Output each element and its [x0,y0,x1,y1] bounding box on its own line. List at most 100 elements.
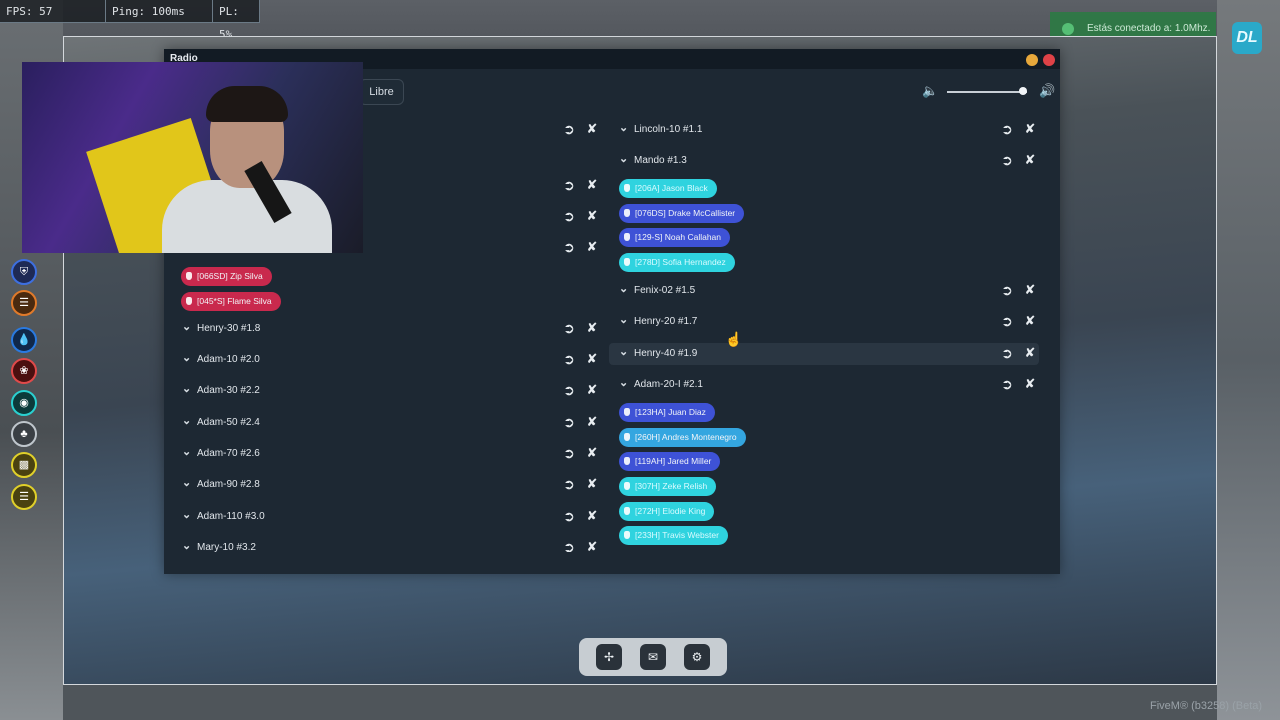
disconnect-icon[interactable]: ✘ [583,506,601,526]
channel-row[interactable]: ⌄ Adam-50 #2.4 ➲ ✘ [172,412,602,434]
join-channel-icon[interactable]: ➲ [998,343,1016,363]
member-badge[interactable]: [045*S] Flame Silva [181,292,281,311]
channel-label: Adam-110 #3.0 [197,511,265,522]
member-badge[interactable]: [119AH] Jared Miller [619,452,721,471]
disconnect-icon[interactable]: ✘ [583,175,601,195]
disconnect-icon[interactable]: ✘ [583,349,601,369]
close-button[interactable] [1043,54,1055,66]
radio-tower-icon[interactable]: ✢ [596,644,622,670]
member-badge[interactable]: [307H] Zeke Relish [619,477,717,496]
member-badge[interactable]: [123HA] Juan Diaz [619,403,715,422]
disconnect-icon[interactable]: ✘ [583,119,601,139]
ping-counter: Ping: 100ms [106,0,213,23]
join-channel-icon[interactable]: ➲ [560,349,578,369]
channel-label: Fenix-02 #1.5 [634,285,696,296]
disconnect-icon[interactable]: ✘ [1021,374,1039,394]
disconnect-icon[interactable]: ✘ [1021,311,1039,331]
chevron-down-icon[interactable]: ⌄ [182,351,191,364]
member-badge[interactable]: [066SD] Zip Silva [181,267,272,286]
disconnect-icon[interactable]: ✘ [1021,280,1039,300]
minimize-button[interactable] [1026,54,1038,66]
member-badge[interactable]: [260H] Andres Montenegro [619,428,746,447]
member-badge[interactable]: [129-S] Noah Callahan [619,228,731,247]
join-channel-icon[interactable]: ➲ [998,374,1016,394]
join-channel-icon[interactable]: ➲ [560,380,578,400]
disconnect-icon[interactable]: ✘ [583,537,601,552]
member-badge[interactable]: [076DS] Drake McCallister [619,204,745,223]
disconnect-icon[interactable]: ✘ [1021,343,1039,363]
channel-row[interactable]: ⌄ Henry-20 #1.7 ➲ ✘ [609,311,1039,333]
volume-slider[interactable] [947,91,1027,93]
channel-row[interactable]: ⌄ Adam-70 #2.6 ➲ ✘ [172,443,602,465]
chevron-down-icon[interactable]: ⌄ [182,320,191,333]
disconnect-icon[interactable]: ✘ [583,318,601,338]
channel-row[interactable]: ⌄ Lincoln-10 #1.1 ➲ ✘ [609,119,1039,141]
join-channel-icon[interactable]: ➲ [560,443,578,463]
volume-control: 🔈 🔊 [922,82,1055,102]
volume-high-icon[interactable]: 🔊 [1039,83,1055,99]
disconnect-icon[interactable]: ✘ [583,412,601,432]
fivem-version-label: FiveM® (b3258) (Beta) [1150,700,1263,712]
channel-row[interactable]: ⌄ Adam-30 #2.2 ➲ ✘ [172,380,602,402]
chevron-down-icon[interactable]: ⌄ [619,152,628,165]
channel-label: Lincoln-10 #1.1 [634,124,703,135]
join-channel-icon[interactable]: ➲ [560,175,578,195]
channel-row[interactable]: ⌄ Henry-30 #1.8 ➲ ✘ [172,318,602,340]
chevron-down-icon[interactable]: ⌄ [619,345,628,358]
chevron-down-icon[interactable]: ⌄ [619,121,628,134]
channel-row[interactable]: ⌄ Mando #1.3 ➲ ✘ [609,150,1039,172]
channel-row[interactable]: ⌄ Fenix-02 #1.5 ➲ ✘ [609,280,1039,302]
chevron-down-icon[interactable]: ⌄ [182,476,191,489]
chevron-down-icon[interactable]: ⌄ [182,508,191,521]
member-badge[interactable]: [278D] Sofia Hernandez [619,253,735,272]
disconnect-icon[interactable]: ✘ [583,237,601,257]
join-channel-icon[interactable]: ➲ [560,318,578,338]
channel-row[interactable]: ⌄ Mary-10 #3.2 ➲ ✘ [172,537,602,552]
join-channel-icon[interactable]: ➲ [560,206,578,226]
channel-list-right: ⌄ Lincoln-10 #1.1 ➲ ✘ ⌄ Mando #1.3 ➲ ✘ [206A] … [609,111,1044,552]
join-channel-icon[interactable]: ➲ [998,150,1016,170]
join-channel-icon[interactable]: ➲ [998,280,1016,300]
disconnect-icon[interactable]: ✘ [583,443,601,463]
volume-slider-thumb[interactable] [1019,87,1027,95]
settings-icon[interactable]: ⚙ [684,644,710,670]
disconnect-icon[interactable]: ✘ [583,474,601,494]
chevron-down-icon[interactable]: ⌄ [182,445,191,458]
chevron-down-icon[interactable]: ⌄ [182,382,191,395]
server-logo: DL [1232,22,1262,54]
channel-row[interactable]: ⌄ Henry-40 #1.9 ➲ ✘ [609,343,1039,365]
connected-icon [1062,23,1074,35]
channel-label: Adam-10 #2.0 [197,354,260,365]
volume-low-icon[interactable]: 🔈 [922,83,938,99]
channel-row[interactable]: ⌄ Adam-110 #3.0 ➲ ✘ [172,506,602,528]
channel-label: Adam-20-I #2.1 [634,379,703,390]
chevron-down-icon[interactable]: ⌄ [182,539,191,552]
channel-label: Henry-40 #1.9 [634,348,698,359]
disconnect-icon[interactable]: ✘ [583,380,601,400]
join-channel-icon[interactable]: ➲ [560,537,578,552]
chevron-down-icon[interactable]: ⌄ [619,376,628,389]
join-channel-icon[interactable]: ➲ [560,119,578,139]
disconnect-icon[interactable]: ✘ [1021,119,1039,139]
join-channel-icon[interactable]: ➲ [560,474,578,494]
join-channel-icon[interactable]: ➲ [560,506,578,526]
chevron-down-icon[interactable]: ⌄ [619,313,628,326]
member-badge[interactable]: [206A] Jason Black [619,179,717,198]
chevron-down-icon[interactable]: ⌄ [182,414,191,427]
member-badge[interactable]: [272H] Elodie King [619,502,715,521]
mouse-cursor: ☝ [725,331,743,347]
join-channel-icon[interactable]: ➲ [998,119,1016,139]
channel-row[interactable]: ⌄ Adam-10 #2.0 ➲ ✘ [172,349,602,371]
channel-row[interactable]: ⌄ Adam-90 #2.8 ➲ ✘ [172,474,602,496]
channel-label: Henry-20 #1.7 [634,316,698,327]
member-badge[interactable]: [233H] Travis Webster [619,526,728,545]
inbox-icon[interactable]: ✉ [640,644,666,670]
tab-libre[interactable]: Libre [359,79,404,105]
chevron-down-icon[interactable]: ⌄ [619,282,628,295]
join-channel-icon[interactable]: ➲ [560,237,578,257]
join-channel-icon[interactable]: ➲ [560,412,578,432]
disconnect-icon[interactable]: ✘ [583,206,601,226]
disconnect-icon[interactable]: ✘ [1021,150,1039,170]
join-channel-icon[interactable]: ➲ [998,311,1016,331]
channel-row[interactable]: ⌄ Adam-20-I #2.1 ➲ ✘ [609,374,1039,396]
